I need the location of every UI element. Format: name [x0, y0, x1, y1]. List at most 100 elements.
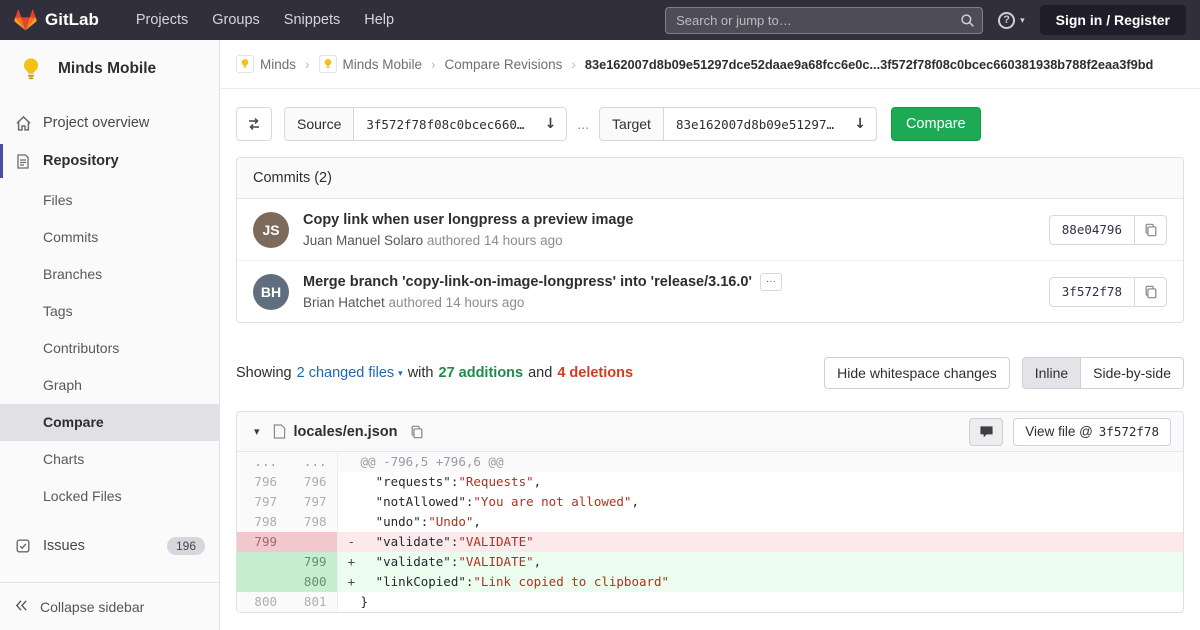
- sidebar-item-branches[interactable]: Branches: [0, 256, 219, 293]
- old-line-number[interactable]: ...: [237, 452, 287, 472]
- sidebar-item-graph[interactable]: Graph: [0, 367, 219, 404]
- collapse-sidebar-button[interactable]: Collapse sidebar: [0, 582, 219, 630]
- diff-table-body: ...... @@ -796,5 +796,6 @@ 796 796 "request…: [237, 452, 1183, 612]
- diff-line: 799 - "validate":"VALIDATE": [237, 532, 1183, 552]
- collapse-sidebar-label: Collapse sidebar: [40, 598, 145, 615]
- compare-form: Source 3f572f78f08c0bcec660… ↓ ... Targe…: [236, 107, 1184, 141]
- breadcrumb-label: Compare Revisions: [444, 56, 563, 72]
- brand-text: GitLab: [45, 10, 99, 29]
- diff-line: 797 797 "notAllowed":"You are not allowed…: [237, 492, 1183, 512]
- compare-button[interactable]: Compare: [890, 107, 981, 141]
- menu-item-help[interactable]: Help: [353, 6, 405, 34]
- breadcrumb-current-sha-range: 83e162007d8b09e51297dce52daae9a68fcc6e0c…: [584, 56, 1154, 72]
- commit-title-link[interactable]: Copy link when user longpress a preview …: [303, 212, 633, 228]
- project-header[interactable]: Minds Mobile: [0, 40, 219, 98]
- download-arrow-icon: ↓: [544, 116, 557, 132]
- copy-sha-button[interactable]: [1135, 276, 1167, 307]
- inline-view-button[interactable]: Inline: [1021, 357, 1082, 389]
- menu-item-groups[interactable]: Groups: [201, 6, 271, 34]
- commit-author-link[interactable]: Juan Manuel Solaro: [303, 233, 423, 248]
- diff-stats: Showing 2 changed files ▾ with 27 additi…: [236, 365, 633, 381]
- old-line-number[interactable]: [237, 552, 287, 572]
- diff-line-content: }: [360, 594, 369, 609]
- view-file-button[interactable]: View file @ 3f572f78: [1013, 417, 1171, 446]
- new-line-number[interactable]: 799: [287, 552, 338, 572]
- diff-line-content: "notAllowed":"You are not allowed",: [375, 494, 639, 509]
- sidebar-item-issues[interactable]: Issues 196: [0, 527, 219, 565]
- commit-sha-link[interactable]: 88e04796: [1048, 214, 1135, 245]
- comment-bubble-icon: [979, 425, 994, 439]
- commit-author-avatar: JS: [253, 211, 289, 248]
- hide-whitespace-button[interactable]: Hide whitespace changes: [824, 357, 1010, 389]
- sidebar-item-charts[interactable]: Charts: [0, 441, 219, 478]
- changed-files-dropdown[interactable]: 2 changed files ▾: [297, 365, 403, 381]
- commit-author-link[interactable]: Brian Hatchet: [303, 295, 385, 310]
- new-line-number[interactable]: 796: [287, 472, 338, 492]
- expand-commit-message-button[interactable]: ···: [759, 273, 782, 291]
- commit-row: BH Merge branch 'copy-link-on-image-longp…: [237, 260, 1183, 322]
- sidebar-item-label: Project overview: [43, 115, 150, 131]
- commit-sha-group: 88e04796: [1048, 214, 1167, 245]
- new-line-number[interactable]: 797: [287, 492, 338, 512]
- commit-title-link[interactable]: Merge branch 'copy-link-on-image-longpre…: [303, 274, 752, 290]
- home-icon: [14, 114, 32, 132]
- commit-author-avatar: BH: [253, 273, 289, 310]
- source-group: Source 3f572f78f08c0bcec660… ↓: [284, 107, 568, 141]
- source-revision-dropdown[interactable]: 3f572f78f08c0bcec660… ↓: [353, 107, 568, 141]
- diff-sign: +: [347, 554, 356, 569]
- target-revision-dropdown[interactable]: 83e162007d8b09e51297… ↓: [662, 107, 877, 141]
- old-line-number[interactable]: 797: [237, 492, 287, 512]
- old-line-number[interactable]: [237, 572, 287, 592]
- breadcrumb-minds[interactable]: Minds: [236, 55, 296, 73]
- side-by-side-view-button[interactable]: Side-by-side: [1081, 357, 1184, 389]
- sidebar-item-contributors[interactable]: Contributors: [0, 330, 219, 367]
- caret-down-icon: ▾: [398, 367, 403, 378]
- diff-line: 800 801}: [237, 592, 1183, 612]
- menu-item-projects[interactable]: Projects: [125, 6, 199, 34]
- help-menu[interactable]: ? ▾: [998, 11, 1025, 29]
- sidebar-item-locked-files[interactable]: Locked Files: [0, 478, 219, 515]
- old-line-number[interactable]: 800: [237, 592, 287, 612]
- sidebar-item-files[interactable]: Files: [0, 182, 219, 219]
- diff-line-content: "requests":"Requests",: [375, 474, 542, 489]
- file-name: locales/en.json: [293, 423, 398, 440]
- commits-panel: Commits (2) JS Copy link when user longpr…: [236, 157, 1184, 323]
- new-line-number[interactable]: 798: [287, 512, 338, 532]
- copy-file-path-button[interactable]: [408, 423, 426, 441]
- old-line-number[interactable]: 796: [237, 472, 287, 492]
- repository-icon: [14, 152, 32, 170]
- new-line-number[interactable]: ...: [287, 452, 338, 472]
- sidebar-item-compare[interactable]: Compare: [0, 404, 219, 441]
- view-file-sha: 3f572f78: [1098, 424, 1159, 439]
- file-diff-panel: ▾ locales/en.json View file @ 3f572f78 .…: [236, 411, 1184, 613]
- new-line-number[interactable]: 800: [287, 572, 338, 592]
- collapse-file-chevron[interactable]: ▾: [249, 425, 265, 438]
- breadcrumb-separator: ›: [431, 56, 436, 72]
- new-line-number[interactable]: 801: [287, 592, 338, 612]
- menu-item-snippets[interactable]: Snippets: [273, 6, 351, 34]
- sidebar-item-project-overview[interactable]: Project overview: [0, 104, 219, 142]
- tanuki-icon: [14, 9, 37, 31]
- commit-list: JS Copy link when user longpress a previe…: [237, 199, 1183, 322]
- breadcrumb-minds-mobile[interactable]: Minds Mobile: [318, 55, 422, 73]
- old-line-number[interactable]: 798: [237, 512, 287, 532]
- main-content: Minds › Minds Mobile › Compare Revisions…: [220, 40, 1200, 630]
- swap-revisions-button[interactable]: [236, 107, 272, 141]
- sidebar-item-repository[interactable]: Repository: [0, 142, 219, 180]
- new-line-number[interactable]: [287, 532, 338, 552]
- breadcrumb-compare-revisions[interactable]: Compare Revisions: [445, 57, 563, 72]
- copy-sha-button[interactable]: [1135, 214, 1167, 245]
- commit-sha-link[interactable]: 3f572f78: [1048, 276, 1135, 307]
- diff-table: ...... @@ -796,5 +796,6 @@ 796 796 "request…: [237, 452, 1183, 612]
- double-chevron-left-icon: [14, 598, 29, 616]
- diff-line-content: - "validate":"VALIDATE": [337, 532, 1183, 552]
- search-input[interactable]: [665, 6, 984, 34]
- gitlab-logo[interactable]: GitLab: [14, 9, 99, 31]
- with-label: with: [407, 365, 434, 381]
- sidebar-item-tags[interactable]: Tags: [0, 293, 219, 330]
- toggle-comments-button[interactable]: [969, 417, 1004, 446]
- sign-in-button[interactable]: Sign in / Register: [1039, 5, 1186, 35]
- sidebar-item-commits[interactable]: Commits: [0, 219, 219, 256]
- revisions-ellipsis: ...: [577, 116, 590, 132]
- old-line-number[interactable]: 799: [237, 532, 287, 552]
